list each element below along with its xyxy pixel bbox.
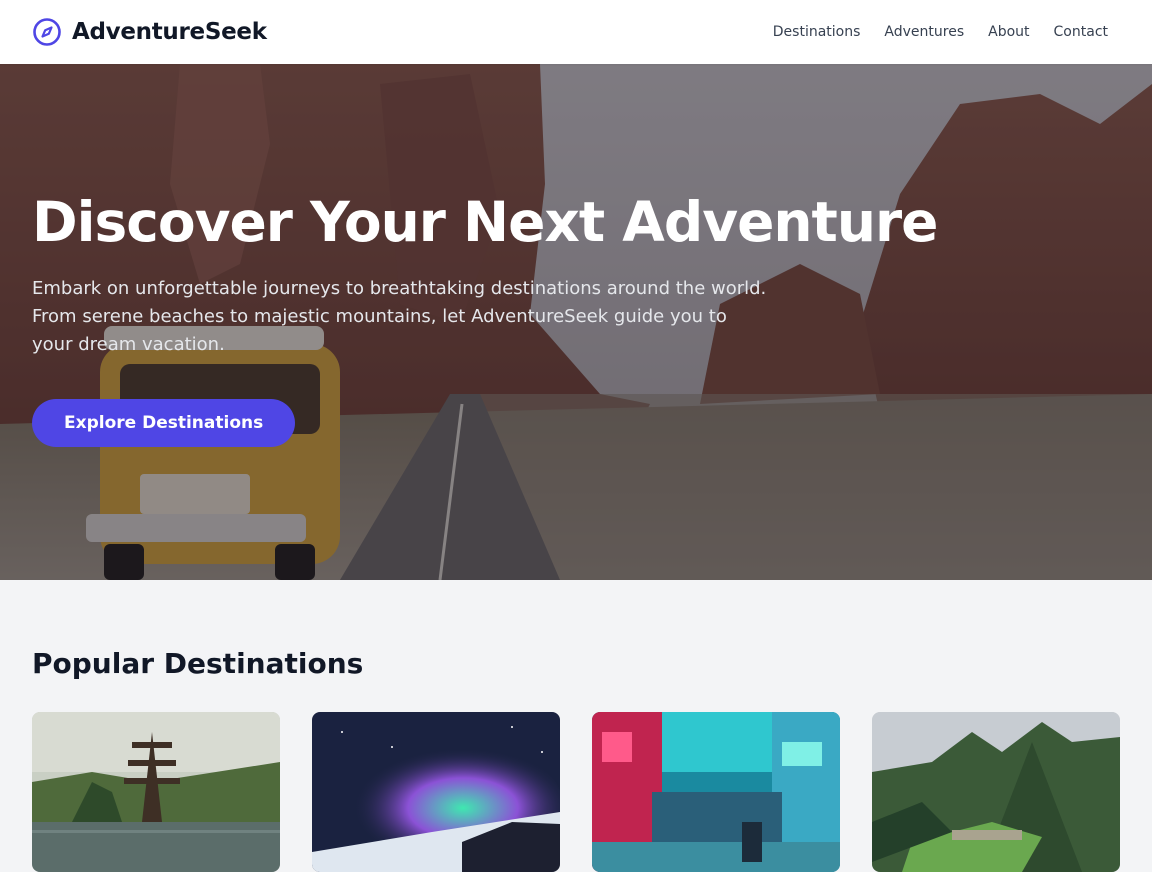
main-nav: Destinations Adventures About Contact xyxy=(773,24,1108,40)
nav-link-destinations[interactable]: Destinations xyxy=(773,24,861,40)
nav-link-contact[interactable]: Contact xyxy=(1054,24,1108,40)
hero-content: Discover Your Next Adventure Embark on u… xyxy=(32,190,938,447)
destination-card[interactable] xyxy=(312,712,560,872)
destination-cards xyxy=(32,712,1120,872)
destination-card[interactable] xyxy=(32,712,280,872)
destination-card[interactable] xyxy=(592,712,840,872)
brand-name: AdventureSeek xyxy=(72,19,267,45)
neon-city-street-photo xyxy=(592,712,840,872)
section-title: Popular Destinations xyxy=(32,647,364,680)
nav-link-about[interactable]: About xyxy=(988,24,1029,40)
destination-card[interactable] xyxy=(872,712,1120,872)
site-header: AdventureSeek Destinations Adventures Ab… xyxy=(0,0,1152,64)
temple-lake-photo xyxy=(32,712,280,872)
explore-destinations-button[interactable]: Explore Destinations xyxy=(32,398,296,447)
hero-subtitle: Embark on unforgettable journeys to brea… xyxy=(32,277,767,355)
mountain-ruins-photo xyxy=(872,712,1120,872)
aurora-photo xyxy=(312,712,560,872)
hero-title: Discover Your Next Adventure xyxy=(32,190,938,254)
popular-destinations-section: Popular Destinations xyxy=(0,580,1152,872)
compass-icon xyxy=(32,17,62,47)
brand-logo-link[interactable]: AdventureSeek xyxy=(32,17,267,47)
nav-link-adventures[interactable]: Adventures xyxy=(884,24,964,40)
hero-section: Discover Your Next Adventure Embark on u… xyxy=(0,64,1152,580)
